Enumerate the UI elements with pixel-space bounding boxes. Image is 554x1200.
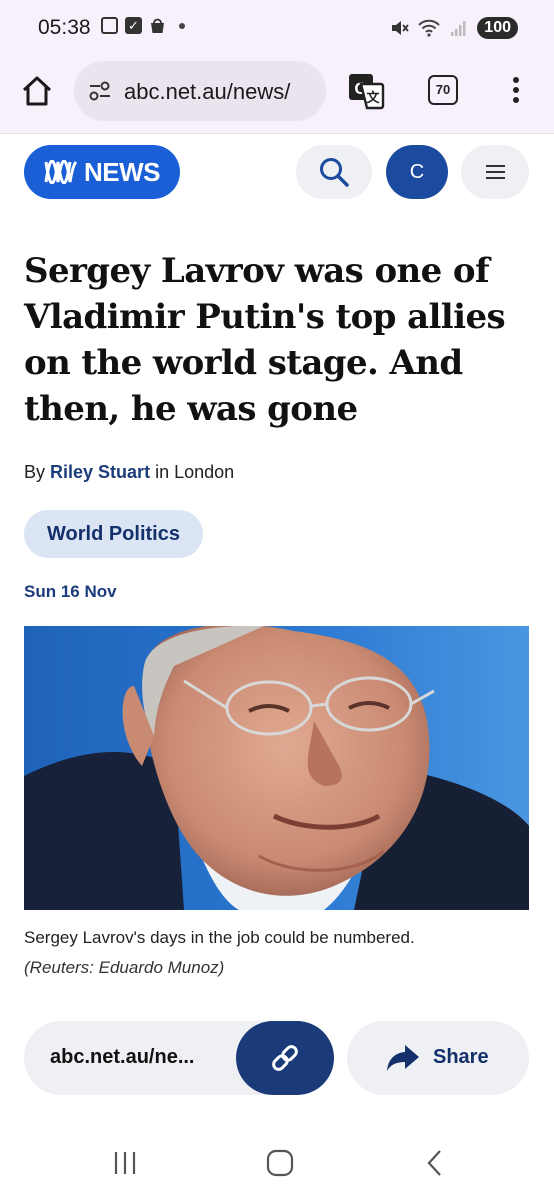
back-icon[interactable] <box>420 1148 450 1178</box>
share-button[interactable]: Share <box>347 1021 529 1095</box>
byline: By Riley Stuart in London <box>24 462 234 483</box>
article-photo[interactable] <box>24 626 529 910</box>
photo-illustration <box>24 626 529 910</box>
photo-credit: (Reuters: Eduardo Munoz) <box>24 958 225 977</box>
translate-icon[interactable]: G 文 <box>347 72 385 110</box>
system-icons: 100 <box>389 17 518 39</box>
home-nav-icon[interactable] <box>265 1148 295 1178</box>
menu-line <box>486 165 505 167</box>
dot-icon <box>179 22 185 29</box>
abc-lissajous-icon <box>44 160 78 184</box>
share-url-text: abc.net.au/ne... <box>50 1046 195 1068</box>
article-headline: Sergey Lavrov was one of Vladimir Putin'… <box>24 251 506 429</box>
address-bar[interactable]: abc.net.au/news/ <box>74 61 326 121</box>
signal-icon <box>451 21 466 36</box>
hamburger-menu-button[interactable] <box>461 145 529 199</box>
browser-toolbar: abc.net.au/news/ G 文 70 <box>0 58 554 134</box>
wifi-icon <box>418 19 441 37</box>
battery-icon: 100 <box>477 17 518 39</box>
more-options-icon[interactable] <box>508 74 524 108</box>
search-icon <box>320 158 349 187</box>
shopping-bag-icon <box>151 18 164 33</box>
copy-link-button[interactable] <box>236 1021 334 1095</box>
recent-apps-icon[interactable] <box>110 1148 140 1178</box>
search-button[interactable] <box>296 145 372 199</box>
share-label: Share <box>433 1046 489 1068</box>
abc-news-logo[interactable]: NEWS <box>24 145 180 199</box>
status-time: 05:38 <box>38 16 91 39</box>
account-avatar-button[interactable]: C <box>386 145 448 199</box>
site-settings-icon[interactable] <box>88 80 112 102</box>
photo-caption: Sergey Lavrov's days in the job could be… <box>24 928 415 947</box>
publish-date: Sun 16 Nov <box>24 582 117 601</box>
logo-text: NEWS <box>84 156 161 187</box>
byline-location: in London <box>155 462 235 482</box>
link-icon <box>272 1045 298 1071</box>
tab-switcher-button[interactable]: 70 <box>428 75 458 105</box>
home-icon[interactable] <box>20 74 54 108</box>
notification-icons: ✓ <box>101 17 185 34</box>
url-text[interactable]: abc.net.au/news/ <box>124 79 290 105</box>
svg-text:文: 文 <box>366 90 380 106</box>
author-link[interactable]: Riley Stuart <box>50 462 150 482</box>
menu-line <box>486 177 505 179</box>
share-arrow-icon <box>387 1045 419 1071</box>
menu-line <box>486 171 505 173</box>
checkbox-icon: ✓ <box>125 17 142 34</box>
status-bar: 05:38 ✓ 100 <box>0 0 554 58</box>
system-navigation-bar <box>0 1126 554 1200</box>
mute-icon <box>392 21 409 35</box>
byline-prefix: By <box>24 462 46 482</box>
topic-tag-button[interactable]: World Politics <box>24 510 203 558</box>
screenshot-icon <box>101 17 118 34</box>
